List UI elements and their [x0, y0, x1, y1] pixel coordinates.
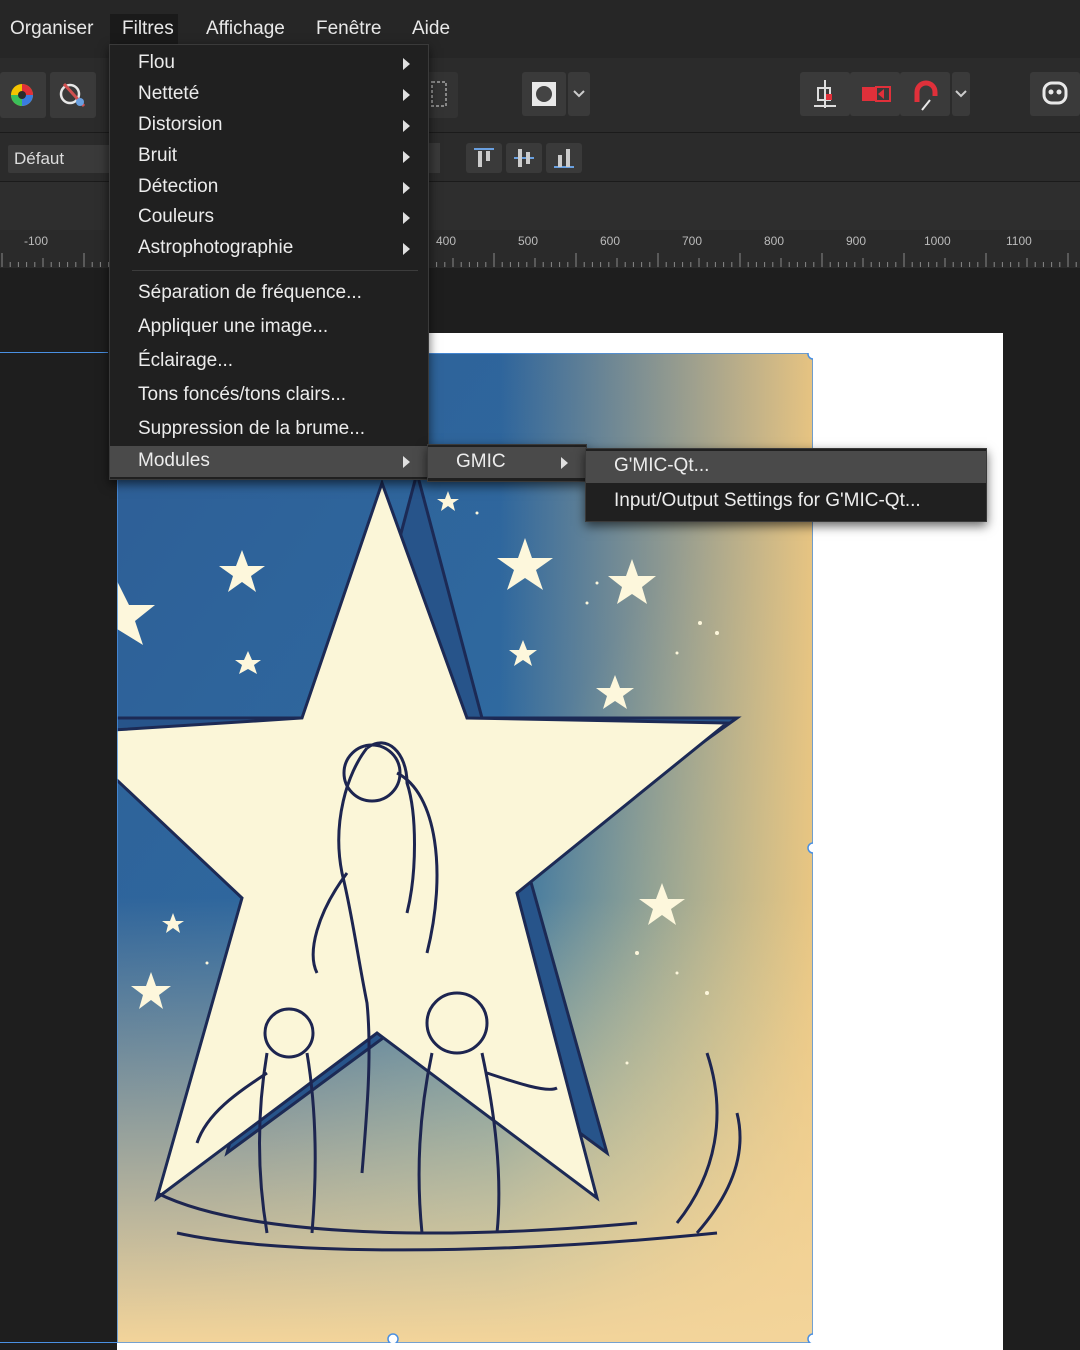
- mask-dropdown[interactable]: [568, 72, 590, 116]
- preset-select[interactable]: Défaut: [8, 145, 118, 173]
- marquee-button[interactable]: [424, 72, 458, 118]
- assistant-icon: [1042, 81, 1068, 105]
- adjust-brush-button[interactable]: [50, 72, 96, 118]
- menu-item-nettete[interactable]: Netteté: [110, 79, 428, 110]
- menu-item-separation-frequence[interactable]: Séparation de fréquence...: [110, 278, 428, 309]
- menu-aide[interactable]: Aide: [412, 14, 450, 44]
- snapping-icon: [814, 80, 836, 108]
- chevron-down-icon: [955, 90, 967, 98]
- align-bottom-button[interactable]: [546, 143, 582, 173]
- magnet-icon: [914, 80, 938, 111]
- red-toggle-button[interactable]: [850, 72, 900, 116]
- mask-button[interactable]: [522, 72, 566, 116]
- menu-affichage[interactable]: Affichage: [206, 14, 285, 44]
- color-wheel-button[interactable]: [0, 72, 46, 118]
- preset-value: Défaut: [14, 149, 65, 168]
- snapping-dropdown[interactable]: [952, 72, 970, 116]
- menu-item-appliquer-image[interactable]: Appliquer une image...: [110, 312, 428, 343]
- guide-line: [0, 352, 108, 353]
- mask-icon: [532, 82, 556, 106]
- red-toggle-icon: [862, 86, 891, 102]
- menu-separator: [132, 270, 418, 271]
- menu-item-eclairage[interactable]: Éclairage...: [110, 346, 428, 377]
- guide-line: [0, 1342, 118, 1343]
- menu-item-suppression-brume[interactable]: Suppression de la brume...: [110, 414, 428, 445]
- menu-organiser[interactable]: Organiser: [10, 14, 93, 44]
- menu-item-gmic[interactable]: GMIC: [428, 447, 586, 478]
- menu-item-bruit[interactable]: Bruit: [110, 141, 428, 172]
- menu-item-gmic-io-settings[interactable]: Input/Output Settings for G'MIC-Qt...: [586, 486, 986, 518]
- marquee-icon: [431, 81, 447, 107]
- chevron-right-icon: [403, 456, 410, 468]
- gmic-submenu: G'MIC-Qt... Input/Output Settings for G'…: [585, 448, 987, 522]
- align-top-icon: [474, 148, 494, 167]
- menu-filtres[interactable]: Filtres: [110, 14, 178, 44]
- chevron-right-icon: [561, 457, 568, 469]
- snapping-button[interactable]: [800, 72, 850, 116]
- chevron-right-icon: [403, 212, 410, 224]
- color-wheel-icon: [11, 84, 33, 106]
- chevron-right-icon: [403, 58, 410, 70]
- brush-adjust-icon: [59, 82, 86, 108]
- menu-item-distorsion[interactable]: Distorsion: [110, 110, 428, 141]
- menu-item-flou[interactable]: Flou: [110, 48, 428, 79]
- menu-item-couleurs[interactable]: Couleurs: [110, 202, 428, 233]
- menu-item-tons-fonces-clairs[interactable]: Tons foncés/tons clairs...: [110, 380, 428, 411]
- menu-item-detection[interactable]: Détection: [110, 172, 428, 203]
- menu-item-gmic-qt[interactable]: G'MIC-Qt...: [586, 451, 986, 483]
- magnet-button[interactable]: [900, 72, 950, 116]
- modules-submenu: GMIC: [427, 444, 587, 482]
- chevron-down-icon: [573, 90, 585, 98]
- menu-item-modules[interactable]: Modules: [110, 446, 428, 477]
- align-middle-icon: [514, 149, 534, 167]
- menu-item-astrophotographie[interactable]: Astrophotographie: [110, 233, 428, 264]
- assistant-button[interactable]: [1030, 72, 1080, 116]
- chevron-right-icon: [403, 120, 410, 132]
- chevron-right-icon: [403, 243, 410, 255]
- filters-menu: Flou Netteté Distorsion Bruit Détection …: [109, 44, 429, 480]
- align-bottom-icon: [554, 149, 574, 168]
- align-top-button[interactable]: [466, 143, 502, 173]
- chevron-right-icon: [403, 151, 410, 163]
- align-middle-button[interactable]: [506, 143, 542, 173]
- menu-fenetre[interactable]: Fenêtre: [316, 14, 381, 44]
- chevron-right-icon: [403, 182, 410, 194]
- chevron-right-icon: [403, 89, 410, 101]
